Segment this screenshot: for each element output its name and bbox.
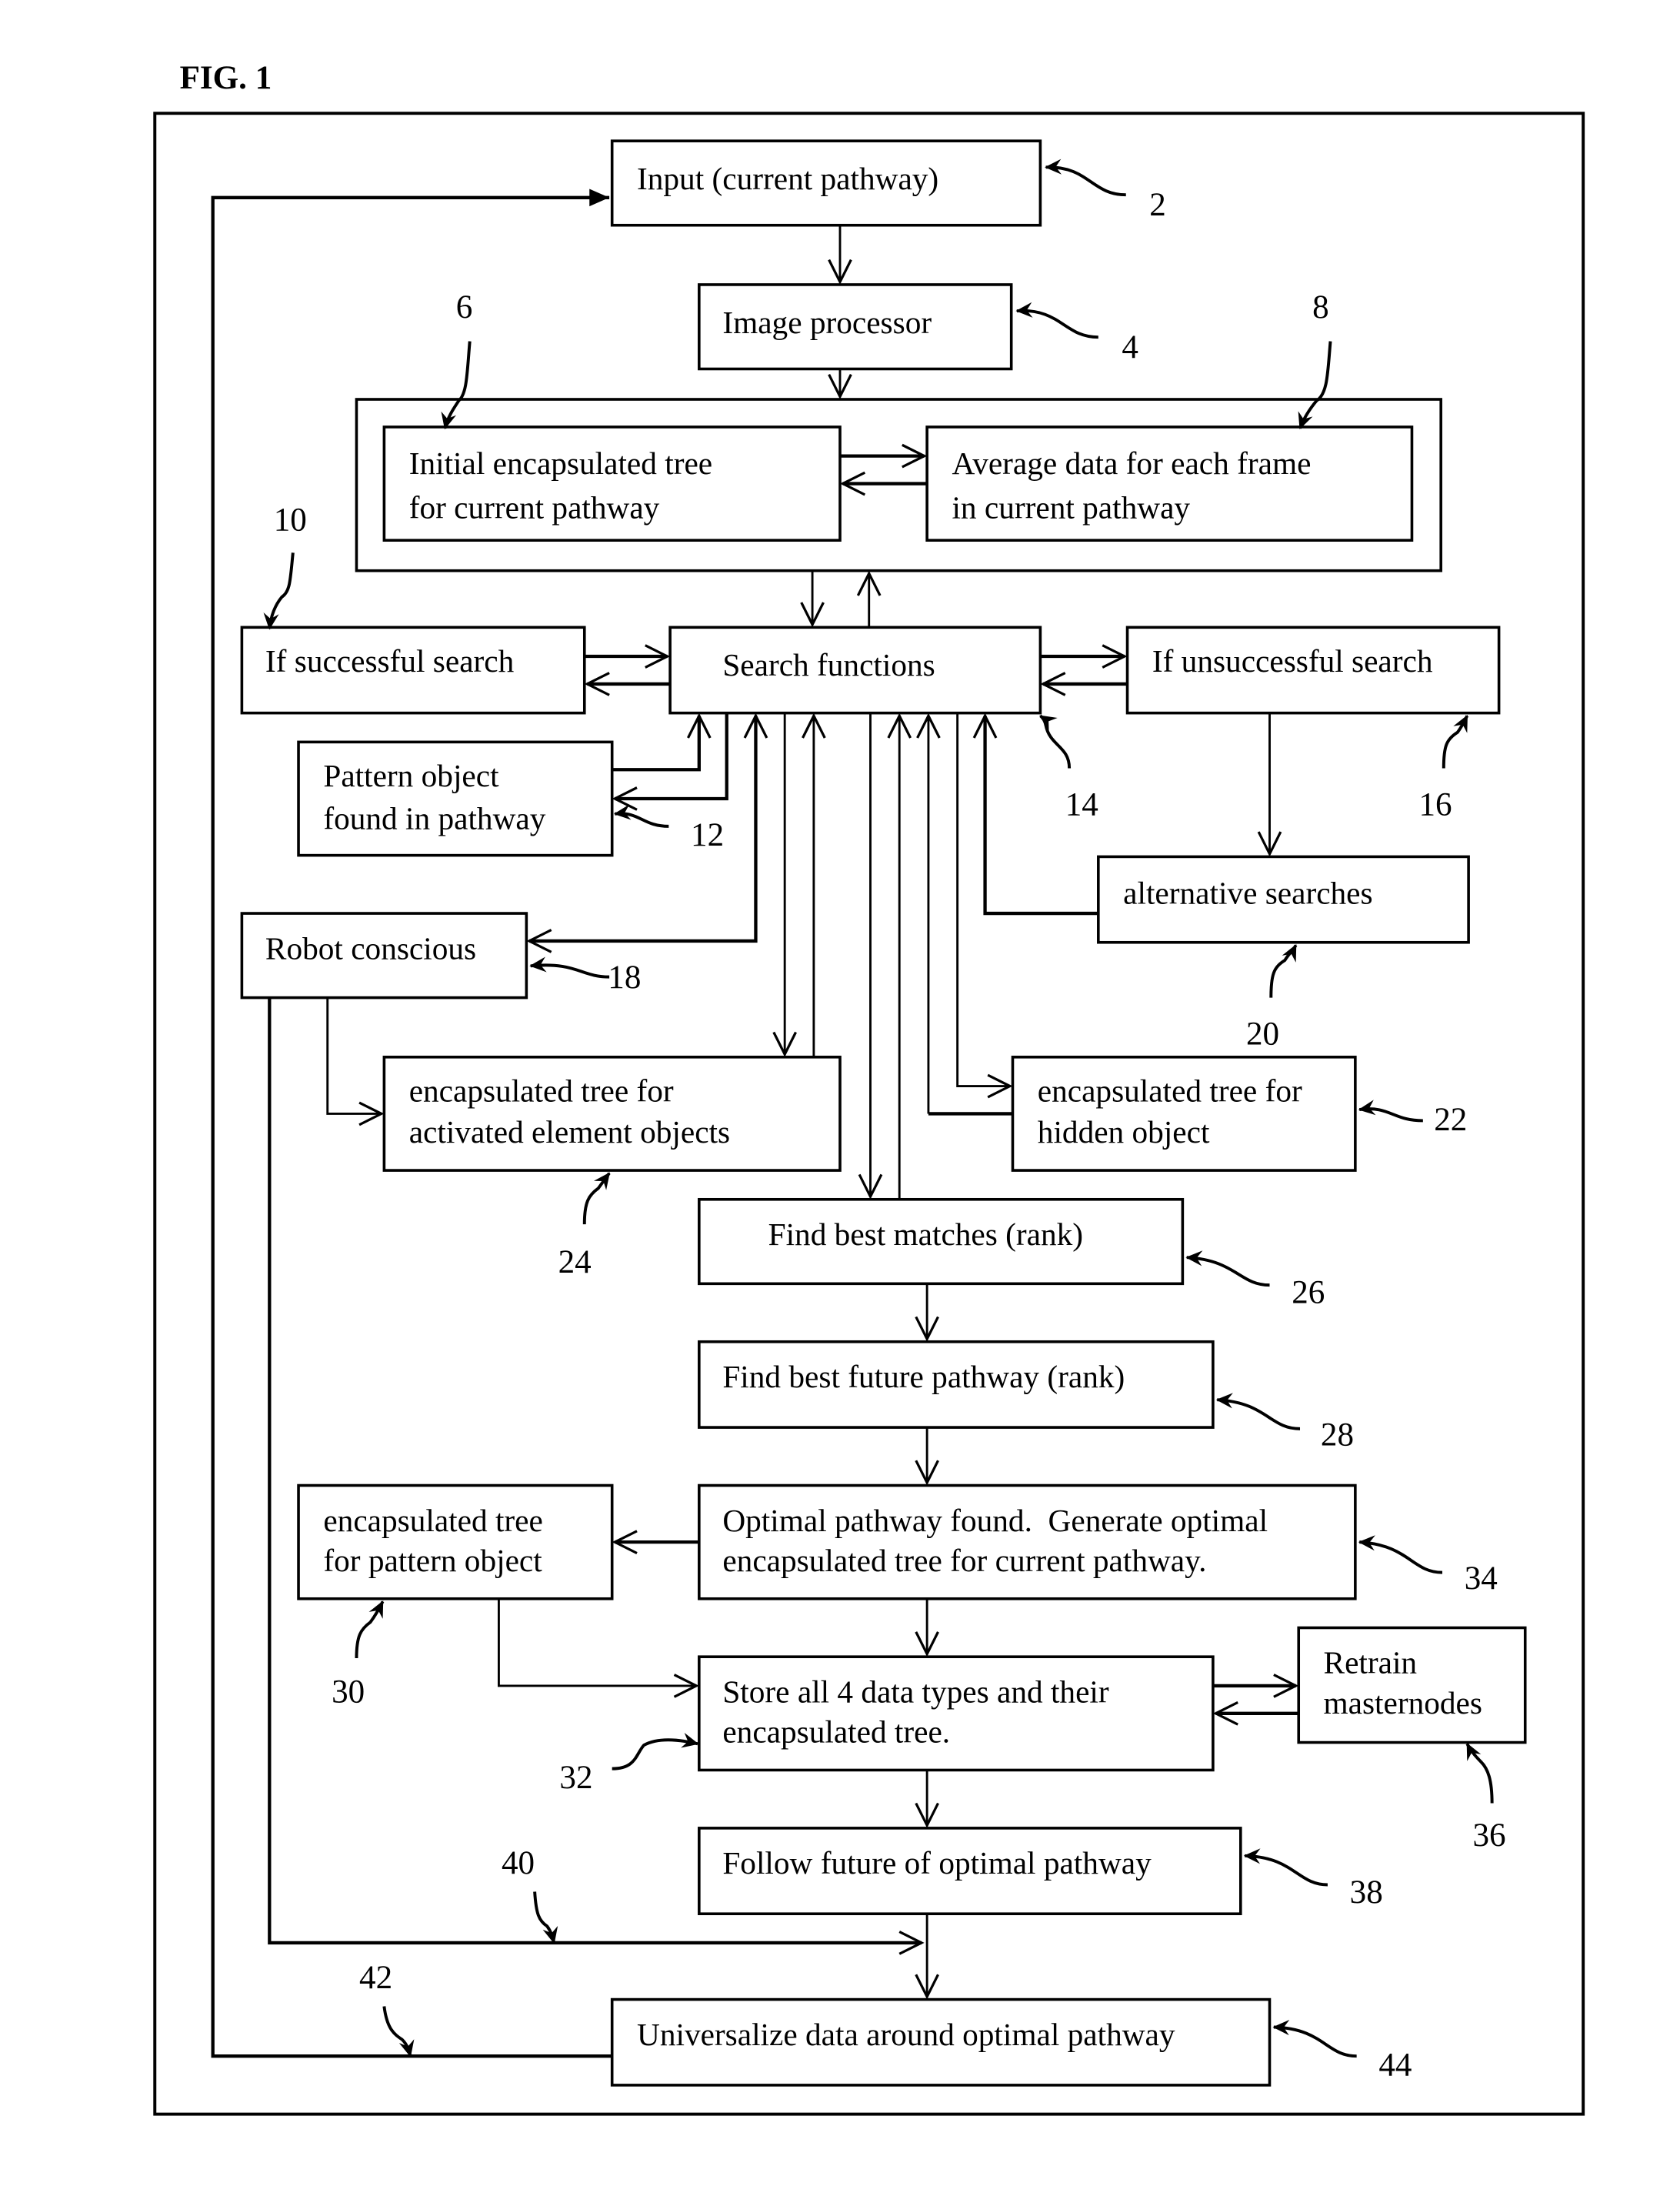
box-pattern-found-line1: Pattern object <box>323 758 499 793</box>
figure-label: FIG. 1 <box>180 60 272 96</box>
box-successful-search[interactable]: If successful search <box>240 626 586 715</box>
ref-44: 44 <box>1378 2047 1412 2083</box>
box-store-data-line2: encapsulated tree. <box>722 1714 950 1750</box>
leader-22 <box>1358 1100 1423 1123</box>
box-store-data[interactable]: Store all 4 data types and their encapsu… <box>698 1655 1215 1772</box>
box-hidden-object-tree[interactable]: encapsulated tree for hidden object <box>1011 1056 1357 1172</box>
box-hidden-object-tree-line2: hidden object <box>1038 1114 1210 1150</box>
leader-16 <box>1442 714 1469 769</box>
ref-28: 28 <box>1321 1417 1354 1453</box>
ref-38: 38 <box>1350 1874 1383 1911</box>
leader-20 <box>1269 944 1298 998</box>
leader-32 <box>612 1732 699 1770</box>
box-average-data-line1: Average data for each frame <box>952 446 1311 481</box>
box-pattern-found-line2: found in pathway <box>323 800 545 836</box>
box-average-data[interactable]: Average data for each frame in current p… <box>925 426 1414 542</box>
box-activated-tree-line2: activated element objects <box>409 1114 730 1150</box>
ref-14: 14 <box>1065 787 1098 823</box>
box-best-matches-label: Find best matches (rank) <box>768 1216 1083 1253</box>
box-unsuccessful-search[interactable]: If unsuccessful search <box>1125 626 1501 715</box>
box-image-processor[interactable]: Image processor <box>698 283 1013 371</box>
box-pattern-object-tree[interactable]: encapsulated tree for pattern object <box>297 1483 614 1600</box>
box-pattern-object-tree-line1: encapsulated tree <box>323 1503 542 1538</box>
ref-34: 34 <box>1465 1560 1498 1597</box>
box-alternative-searches-label: alternative searches <box>1123 875 1372 910</box>
leader-34 <box>1358 1535 1443 1574</box>
ref-10: 10 <box>274 502 307 539</box>
ref-32: 32 <box>559 1760 592 1796</box>
box-successful-search-label: If successful search <box>265 643 515 679</box>
leader-38 <box>1243 1848 1328 1887</box>
ref-8: 8 <box>1312 289 1329 325</box>
leader-18 <box>529 956 610 979</box>
box-image-processor-label: Image processor <box>722 305 932 340</box>
leader-12 <box>613 804 669 828</box>
box-input-label: Input (current pathway) <box>637 161 938 197</box>
leader-40 <box>533 1891 558 1944</box>
ref-2: 2 <box>1149 187 1166 223</box>
box-pattern-object-tree-line2: for pattern object <box>323 1543 542 1578</box>
arrow-robot-to-activated <box>326 997 382 1114</box>
ref-24: 24 <box>558 1244 592 1280</box>
box-best-future-label: Find best future pathway (rank) <box>722 1359 1125 1395</box>
leader-4 <box>1015 302 1098 339</box>
box-store-data-line1: Store all 4 data types and their <box>722 1674 1109 1709</box>
box-input[interactable]: Input (current pathway) <box>610 139 1042 227</box>
ref-30: 30 <box>332 1674 365 1710</box>
box-best-matches[interactable]: Find best matches (rank) <box>698 1197 1185 1286</box>
box-search-functions-label: Search functions <box>722 647 935 682</box>
box-initial-tree-line1: Initial encapsulated tree <box>409 446 712 481</box>
leader-30 <box>355 1600 385 1658</box>
box-optimal-found[interactable]: Optimal pathway found. Generate optimal … <box>698 1483 1357 1600</box>
flowchart: FIG. 1 Input (current pathway) Image pro… <box>153 60 1585 2116</box>
ref-26: 26 <box>1292 1274 1325 1310</box>
box-robot-conscious[interactable]: Robot conscious <box>240 912 528 1000</box>
ref-18: 18 <box>608 960 641 996</box>
box-initial-tree-line2: for current pathway <box>409 489 660 525</box>
box-alternative-searches[interactable]: alternative searches <box>1097 855 1470 944</box>
leader-28 <box>1215 1393 1301 1430</box>
ref-12: 12 <box>691 817 724 853</box>
ref-22: 22 <box>1434 1102 1467 1138</box>
box-retrain[interactable]: Retrain masternodes <box>1297 1626 1527 1744</box>
arrow-pattern-tree-to-store <box>497 1598 696 1686</box>
ref-4: 4 <box>1122 329 1138 365</box>
ref-20: 20 <box>1246 1016 1279 1053</box>
arrow-search-to-pattern <box>615 713 728 799</box>
box-follow-future[interactable]: Follow future of optimal pathway <box>698 1827 1242 1916</box>
box-average-data-line2: in current pathway <box>952 489 1190 525</box>
box-universalize-label: Universalize data around optimal pathway <box>637 2017 1175 2052</box>
box-activated-tree[interactable]: encapsulated tree for activated element … <box>382 1056 842 1172</box>
leader-2 <box>1045 159 1126 197</box>
box-search-functions[interactable]: Search functions <box>668 626 1042 715</box>
box-follow-future-label: Follow future of optimal pathway <box>722 1845 1152 1881</box>
box-hidden-object-tree-line1: encapsulated tree for <box>1038 1073 1302 1108</box>
box-retrain-line2: masternodes <box>1324 1685 1482 1720</box>
box-initial-tree[interactable]: Initial encapsulated tree for current pa… <box>382 426 842 542</box>
leader-14 <box>1039 714 1072 769</box>
leader-42 <box>382 2006 415 2058</box>
box-best-future[interactable]: Find best future pathway (rank) <box>698 1340 1215 1429</box>
arrow-pattern-to-search <box>612 716 699 772</box>
ref-6: 6 <box>456 289 473 325</box>
box-unsuccessful-search-label: If unsuccessful search <box>1152 643 1433 679</box>
ref-36: 36 <box>1472 1817 1505 1854</box>
leader-26 <box>1185 1250 1270 1287</box>
ref-42: 42 <box>359 1960 392 1996</box>
box-optimal-found-line2: encapsulated tree for current pathway. <box>722 1543 1206 1578</box>
ref-40: 40 <box>502 1845 535 1881</box>
leader-24 <box>582 1172 611 1225</box>
box-retrain-line1: Retrain <box>1324 1645 1418 1680</box>
box-pattern-found[interactable]: Pattern object found in pathway <box>297 740 614 857</box>
box-optimal-found-line1: Optimal pathway found. Generate optimal <box>722 1503 1268 1538</box>
leader-44 <box>1272 2019 1357 2058</box>
box-universalize[interactable]: Universalize data around optimal pathway <box>610 1997 1272 2087</box>
leader-10 <box>263 552 295 630</box>
box-activated-tree-line1: encapsulated tree for <box>409 1073 674 1108</box>
box-robot-conscious-label: Robot conscious <box>265 930 476 966</box>
leader-36 <box>1465 1743 1494 1804</box>
ref-16: 16 <box>1418 787 1452 823</box>
